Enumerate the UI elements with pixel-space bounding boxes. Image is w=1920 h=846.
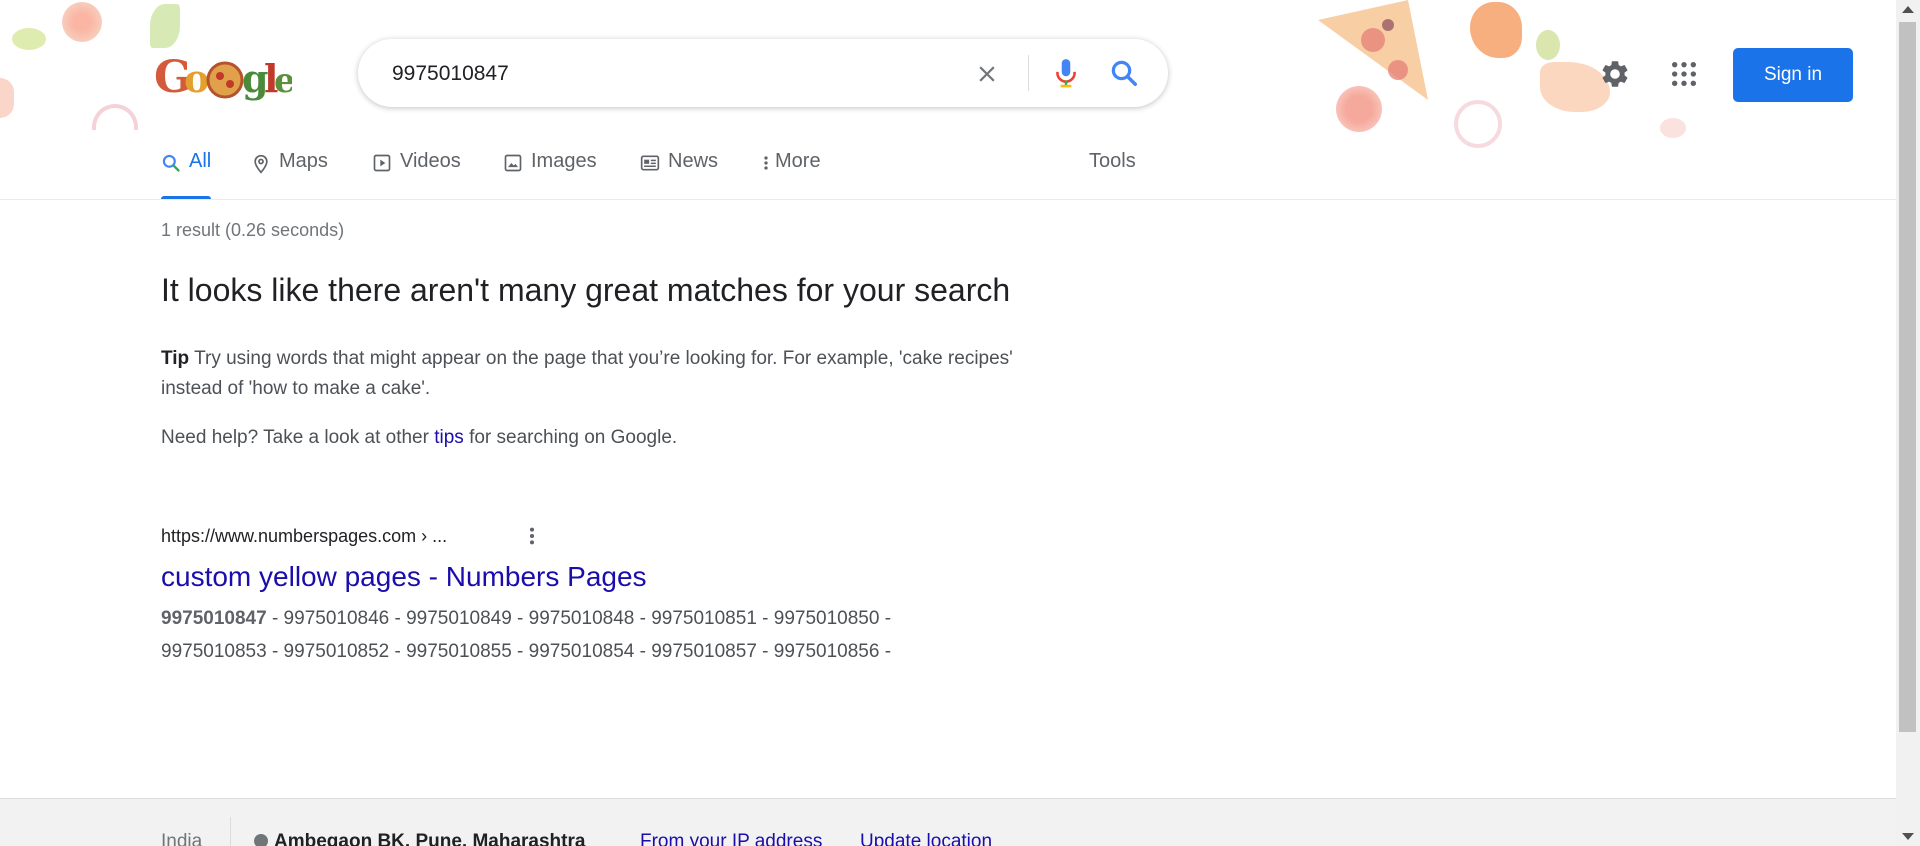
search-icon (1111, 60, 1137, 86)
tomato-slice-decoration (62, 2, 102, 42)
tab-label: Images (531, 150, 597, 172)
close-icon (979, 66, 995, 82)
svg-text:o: o (184, 56, 209, 101)
result-title-link[interactable]: custom yellow pages - Numbers Pages (161, 557, 647, 597)
google-apps-button[interactable] (1664, 54, 1704, 94)
tab-label: More (775, 150, 821, 172)
svg-text:e: e (274, 61, 292, 101)
help-suffix: for searching on Google. (463, 427, 678, 448)
scrollbar-thumb[interactable] (1899, 22, 1916, 732)
search-box-divider (1028, 55, 1029, 91)
shrimp-decoration (1470, 2, 1522, 58)
tab-news[interactable]: News (640, 150, 718, 200)
onion-decoration (1454, 100, 1502, 148)
result-snippet: 9975010847 - 9975010846 - 9975010849 - 9… (161, 602, 1001, 668)
scroll-up-arrow-icon[interactable] (1902, 6, 1914, 13)
scroll-down-arrow-icon[interactable] (1902, 833, 1914, 840)
tab-label: Videos (400, 150, 461, 172)
search-tip: Tip Try using words that might appear on… (161, 344, 1041, 404)
snippet-text: - 9975010846 - 9975010849 - 9975010848 -… (161, 608, 892, 662)
page-scrollbar[interactable] (1896, 0, 1920, 846)
onion-decoration (92, 104, 138, 130)
tip-text: Try using words that might appear on the… (161, 348, 1013, 399)
location-dot-icon (254, 834, 268, 846)
clear-search-button[interactable] (970, 57, 1004, 91)
header-divider (0, 199, 1896, 200)
snippet-highlight: 9975010847 (161, 608, 267, 629)
olive-decoration (1536, 30, 1560, 60)
tab-images[interactable]: Images (503, 150, 597, 200)
search-input[interactable] (390, 55, 974, 93)
apps-grid-icon (1671, 61, 1697, 87)
tools-button[interactable]: Tools (1089, 150, 1136, 200)
onion-decoration (1660, 118, 1686, 138)
help-prefix: Need help? Take a look at other (161, 427, 435, 448)
pepperoni-decoration (0, 78, 14, 118)
tab-label: Maps (279, 150, 328, 172)
location-source-link[interactable]: From your IP address (640, 831, 822, 846)
tab-more[interactable]: More (761, 150, 821, 200)
voice-search-button[interactable] (1048, 55, 1084, 91)
result-url[interactable]: https://www.numberspages.com › ... (161, 522, 447, 550)
tomato-slice-decoration (1336, 86, 1382, 132)
help-text: Need help? Take a look at other tips for… (161, 423, 677, 453)
tips-link[interactable]: tips (434, 427, 464, 448)
footer-country: India (161, 831, 203, 846)
news-icon (640, 153, 660, 173)
result-options-button[interactable] (518, 522, 546, 550)
olive-decoration (12, 28, 46, 50)
google-doodle-logo[interactable]: G o g l e (152, 48, 292, 104)
footer: India Ambegaon BK, Pune, Maharashtra Fro… (0, 798, 1896, 846)
gear-icon (1602, 61, 1628, 87)
few-results-heading: It looks like there aren't many great ma… (161, 272, 1011, 308)
mic-icon (1056, 59, 1076, 88)
search-submit-button[interactable] (1106, 55, 1142, 91)
more-vert-icon (529, 527, 535, 545)
search-icon (161, 153, 181, 173)
play-icon (372, 153, 392, 173)
more-vert-icon (761, 153, 771, 173)
leaf-decoration (150, 4, 180, 48)
pizza-slice-decoration (1318, 0, 1428, 100)
tab-label: News (668, 150, 719, 172)
sign-in-button[interactable]: Sign in (1733, 48, 1853, 102)
tab-videos[interactable]: Videos (372, 150, 461, 200)
tab-all[interactable]: All (161, 150, 212, 200)
image-icon (503, 153, 523, 173)
tab-label: All (189, 150, 212, 172)
footer-location: Ambegaon BK, Pune, Maharashtra (254, 831, 585, 846)
result-stats: 1 result (0.26 seconds) (161, 220, 345, 240)
location-text: Ambegaon BK, Pune, Maharashtra (274, 831, 586, 846)
map-pin-icon (251, 153, 271, 175)
tip-label: Tip (161, 348, 190, 369)
update-location-link[interactable]: Update location (860, 831, 992, 846)
footer-divider (230, 817, 231, 846)
search-box (358, 39, 1168, 107)
page: G o g l e 9975010847 Sign in All Maps Vi… (0, 0, 1896, 846)
settings-button[interactable] (1595, 54, 1635, 94)
tab-maps[interactable]: Maps (251, 150, 328, 200)
